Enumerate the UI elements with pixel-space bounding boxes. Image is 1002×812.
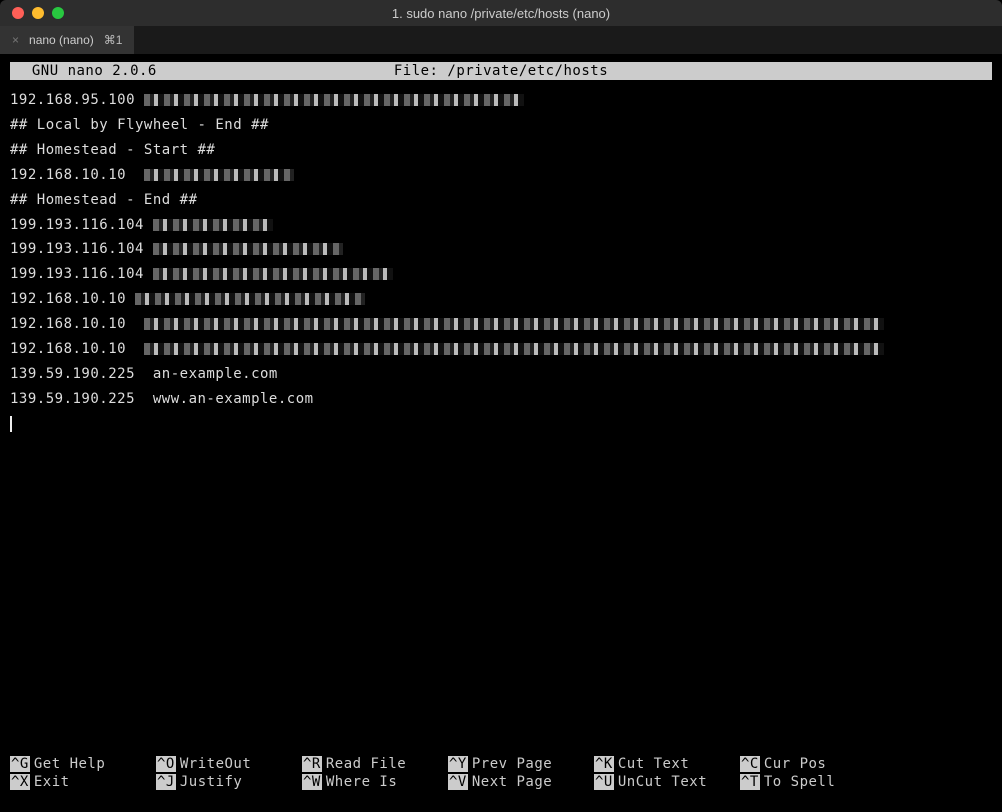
menu-row: ^XExit^JJustify^WWhere Is^VNext Page^UUn… xyxy=(10,774,992,790)
line-text: 139.59.190.225 an-example.com xyxy=(10,366,278,382)
menu-label: WriteOut xyxy=(180,756,251,772)
content-line: 192.168.10.10 xyxy=(10,163,1002,188)
menu-key: ^W xyxy=(302,774,322,790)
terminal-window: 1. sudo nano /private/etc/hosts (nano) ×… xyxy=(0,0,1002,812)
redacted-text xyxy=(153,219,273,231)
line-text: ## Homestead - End ## xyxy=(10,192,198,208)
menu-key: ^K xyxy=(594,756,614,772)
tab-bar: × nano (nano) ⌘1 xyxy=(0,26,1002,54)
menu-key: ^O xyxy=(156,756,176,772)
menu-item[interactable]: ^UUnCut Text xyxy=(594,774,740,790)
content-line: 139.59.190.225 www.an-example.com xyxy=(10,387,1002,412)
content-line xyxy=(10,412,1002,437)
menu-label: Get Help xyxy=(34,756,105,772)
line-text: 199.193.116.104 xyxy=(10,241,153,257)
redacted-text xyxy=(144,318,884,330)
line-text: 192.168.10.10 xyxy=(10,291,135,307)
content-line: 139.59.190.225 an-example.com xyxy=(10,362,1002,387)
menu-item[interactable]: ^OWriteOut xyxy=(156,756,302,772)
menu-key: ^C xyxy=(740,756,760,772)
menu-key: ^Y xyxy=(448,756,468,772)
window-titlebar: 1. sudo nano /private/etc/hosts (nano) xyxy=(0,0,1002,26)
redacted-text xyxy=(153,268,393,280)
line-text: 192.168.10.10 xyxy=(10,316,144,332)
menu-label: To Spell xyxy=(764,774,835,790)
content-line: 192.168.95.100 xyxy=(10,88,1002,113)
content-line: 199.193.116.104 xyxy=(10,237,1002,262)
line-text: 199.193.116.104 xyxy=(10,266,153,282)
menu-label: Prev Page xyxy=(472,756,552,772)
menu-item[interactable]: ^TTo Spell xyxy=(740,774,886,790)
content-line: ## Homestead - Start ## xyxy=(10,138,1002,163)
redacted-text xyxy=(153,243,343,255)
menu-key: ^U xyxy=(594,774,614,790)
menu-key: ^T xyxy=(740,774,760,790)
content-line: ## Homestead - End ## xyxy=(10,188,1002,213)
content-line: 199.193.116.104 xyxy=(10,213,1002,238)
redacted-text xyxy=(144,94,524,106)
content-line: 192.168.10.10 xyxy=(10,287,1002,312)
tab-label: nano (nano) xyxy=(29,33,94,47)
tab-shortcut: ⌘1 xyxy=(104,33,123,47)
menu-row: ^GGet Help^OWriteOut^RRead File^YPrev Pa… xyxy=(10,756,992,772)
menu-label: Next Page xyxy=(472,774,552,790)
menu-key: ^G xyxy=(10,756,30,772)
line-text: 199.193.116.104 xyxy=(10,217,153,233)
menu-item[interactable]: ^RRead File xyxy=(302,756,448,772)
line-text: 139.59.190.225 www.an-example.com xyxy=(10,391,314,407)
menu-label: Read File xyxy=(326,756,406,772)
menu-key: ^R xyxy=(302,756,322,772)
line-text: ## Homestead - Start ## xyxy=(10,142,215,158)
file-content[interactable]: 192.168.95.100 ## Local by Flywheel - En… xyxy=(0,88,1002,752)
menu-item[interactable]: ^KCut Text xyxy=(594,756,740,772)
line-text: 192.168.10.10 xyxy=(10,341,144,357)
nano-editor[interactable]: GNU nano 2.0.6 File: /private/etc/hosts … xyxy=(0,54,1002,812)
menu-item[interactable]: ^XExit xyxy=(10,774,156,790)
menu-label: UnCut Text xyxy=(618,774,707,790)
minimize-icon[interactable] xyxy=(32,7,44,19)
menu-item[interactable]: ^WWhere Is xyxy=(302,774,448,790)
nano-header: GNU nano 2.0.6 File: /private/etc/hosts … xyxy=(10,62,992,80)
menu-item[interactable]: ^YPrev Page xyxy=(448,756,594,772)
menu-label: Where Is xyxy=(326,774,397,790)
nano-app-name: GNU nano 2.0.6 xyxy=(14,63,157,79)
menu-key: ^V xyxy=(448,774,468,790)
close-icon[interactable] xyxy=(12,7,24,19)
nano-file-label: File: /private/etc/hosts xyxy=(394,63,608,79)
nano-menu: ^GGet Help^OWriteOut^RRead File^YPrev Pa… xyxy=(0,752,1002,804)
tab-nano[interactable]: × nano (nano) ⌘1 xyxy=(0,26,134,54)
content-line: 192.168.10.10 xyxy=(10,312,1002,337)
window-title: 1. sudo nano /private/etc/hosts (nano) xyxy=(0,6,1002,21)
redacted-text xyxy=(144,169,294,181)
traffic-lights xyxy=(0,7,64,19)
maximize-icon[interactable] xyxy=(52,7,64,19)
line-text: ## Local by Flywheel - End ## xyxy=(10,117,269,133)
close-icon[interactable]: × xyxy=(12,33,19,47)
menu-key: ^X xyxy=(10,774,30,790)
menu-label: Exit xyxy=(34,774,70,790)
menu-label: Cur Pos xyxy=(764,756,827,772)
menu-item[interactable]: ^VNext Page xyxy=(448,774,594,790)
line-text: 192.168.95.100 xyxy=(10,92,144,108)
redacted-text xyxy=(135,293,365,305)
redacted-text xyxy=(144,343,884,355)
content-line: ## Local by Flywheel - End ## xyxy=(10,113,1002,138)
menu-item[interactable]: ^CCur Pos xyxy=(740,756,886,772)
cursor-icon xyxy=(10,416,12,432)
menu-label: Cut Text xyxy=(618,756,689,772)
menu-item[interactable]: ^JJustify xyxy=(156,774,302,790)
line-text: 192.168.10.10 xyxy=(10,167,144,183)
menu-key: ^J xyxy=(156,774,176,790)
menu-label: Justify xyxy=(180,774,243,790)
menu-item[interactable]: ^GGet Help xyxy=(10,756,156,772)
content-line: 199.193.116.104 xyxy=(10,262,1002,287)
content-line: 192.168.10.10 xyxy=(10,337,1002,362)
